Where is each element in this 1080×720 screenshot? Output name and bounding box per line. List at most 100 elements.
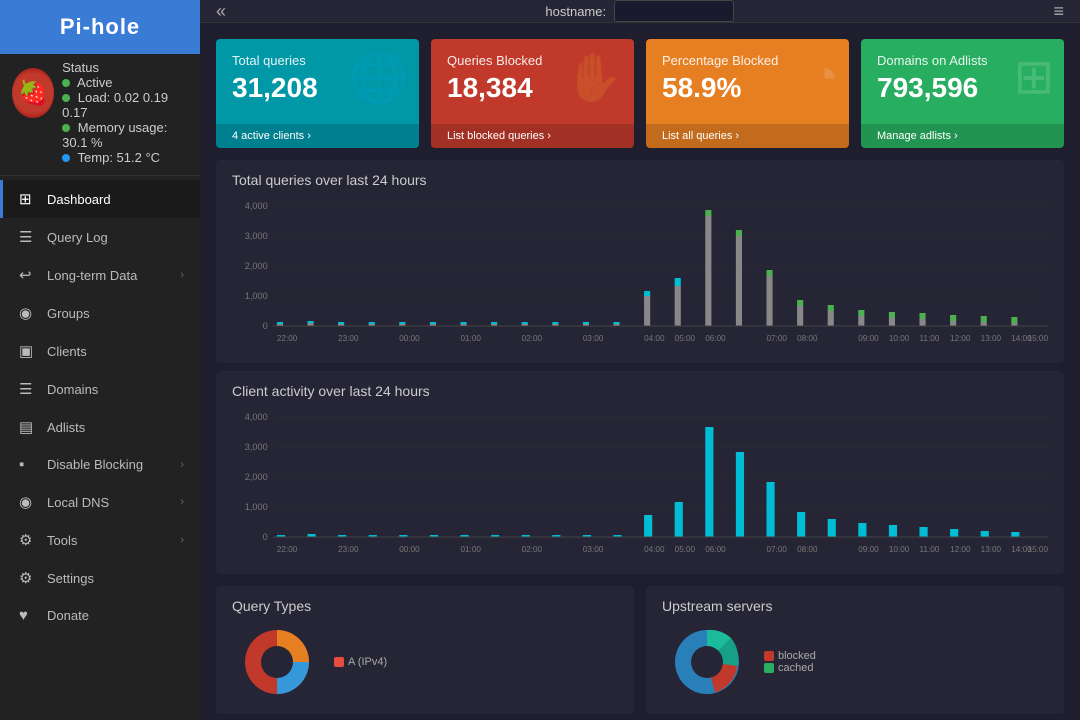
nav-icon-local-dns: ◉ <box>19 493 37 511</box>
nav-label-donate: Donate <box>47 608 184 623</box>
nav-label-dashboard: Dashboard <box>47 192 184 207</box>
stat-title-percentage-blocked: Percentage Blocked <box>662 53 833 68</box>
svg-text:11:00: 11:00 <box>919 545 939 554</box>
nav-arrow-disable-blocking: › <box>180 459 184 471</box>
svg-text:04:00: 04:00 <box>644 334 665 343</box>
svg-text:02:00: 02:00 <box>522 334 543 343</box>
svg-text:2,000: 2,000 <box>245 261 268 271</box>
topbar-menu-icon[interactable]: ≡ <box>1053 1 1064 22</box>
svg-text:09:00: 09:00 <box>858 545 879 554</box>
total-queries-chart-section: Total queries over last 24 hours 4,000 3… <box>216 160 1064 363</box>
stat-card-percentage-blocked: ◔ Percentage Blocked 58.9% List all quer… <box>646 39 849 148</box>
hostname-input[interactable] <box>614 0 734 22</box>
sidebar-item-query-log[interactable]: ☰ Query Log <box>0 218 200 256</box>
nav-label-settings: Settings <box>47 571 184 586</box>
nav-label-disable-blocking: Disable Blocking <box>47 457 170 472</box>
nav-arrow-local-dns: › <box>180 496 184 508</box>
sidebar: Pi-hole 🍓 Status Active Load: 0.02 0.19 … <box>0 0 200 720</box>
nav-label-query-log: Query Log <box>47 230 184 245</box>
nav-icon-query-log: ☰ <box>19 228 37 246</box>
client-activity-chart-section: Client activity over last 24 hours 4,000… <box>216 371 1064 574</box>
svg-text:07:00: 07:00 <box>766 545 787 554</box>
status-block: 🍓 Status Active Load: 0.02 0.19 0.17 Mem… <box>0 54 200 171</box>
total-queries-chart-area: 4,000 3,000 2,000 1,000 0 <box>232 196 1048 351</box>
nav-label-long-term-data: Long-term Data <box>47 268 170 283</box>
svg-text:1,000: 1,000 <box>245 502 268 512</box>
query-types-card: Query Types A (IPv4) <box>216 586 634 714</box>
svg-text:22:00: 22:00 <box>277 334 298 343</box>
stat-footer-queries-blocked[interactable]: List blocked queries › <box>431 124 634 148</box>
svg-text:23:00: 23:00 <box>338 334 359 343</box>
nav-icon-adlists: ▤ <box>19 418 37 436</box>
svg-text:0: 0 <box>263 321 268 331</box>
stats-row: 🌐 Total queries 31,208 4 active clients … <box>200 23 1080 148</box>
svg-text:06:00: 06:00 <box>705 545 726 554</box>
svg-text:3,000: 3,000 <box>245 442 268 452</box>
upstream-servers-title: Upstream servers <box>662 598 1048 614</box>
nav-label-groups: Groups <box>47 306 184 321</box>
upstream-content: blocked cached <box>662 622 1048 702</box>
sidebar-item-domains[interactable]: ☰ Domains <box>0 370 200 408</box>
svg-text:10:00: 10:00 <box>889 334 910 343</box>
sidebar-item-local-dns[interactable]: ◉ Local DNS › <box>0 483 200 521</box>
query-types-pie <box>232 622 322 702</box>
svg-text:12:00: 12:00 <box>950 334 971 343</box>
status-temp: Temp: 51.2 °C <box>62 150 188 165</box>
sidebar-item-settings[interactable]: ⚙ Settings <box>0 559 200 597</box>
bottom-charts-row: Query Types A (IPv4) Upstream servers <box>216 586 1064 714</box>
svg-text:01:00: 01:00 <box>460 545 481 554</box>
svg-text:02:00: 02:00 <box>522 545 543 554</box>
stat-title-total-queries: Total queries <box>232 53 403 68</box>
sidebar-item-donate[interactable]: ♥ Donate <box>0 597 200 634</box>
sidebar-item-groups[interactable]: ◉ Groups <box>0 294 200 332</box>
svg-text:3,000: 3,000 <box>245 231 268 241</box>
query-types-content: A (IPv4) <box>232 622 618 702</box>
svg-text:11:00: 11:00 <box>919 334 939 343</box>
nav-label-tools: Tools <box>47 533 170 548</box>
svg-text:15:00: 15:00 <box>1028 334 1048 343</box>
query-types-title: Query Types <box>232 598 618 614</box>
stat-footer-percentage-blocked[interactable]: List all queries › <box>646 124 849 148</box>
svg-text:05:00: 05:00 <box>675 334 696 343</box>
sidebar-item-clients[interactable]: ▣ Clients <box>0 332 200 370</box>
sidebar-item-tools[interactable]: ⚙ Tools › <box>0 521 200 559</box>
nav-icon-dashboard: ⊞ <box>19 190 37 208</box>
svg-text:00:00: 00:00 <box>399 334 420 343</box>
nav-icon-disable-blocking: ▪ <box>19 456 37 473</box>
sidebar-toggle-btn[interactable]: « <box>216 1 226 22</box>
svg-text:08:00: 08:00 <box>797 545 818 554</box>
stat-card-total-queries: 🌐 Total queries 31,208 4 active clients … <box>216 39 419 148</box>
hostname-label: hostname: <box>545 4 606 19</box>
nav-icon-clients: ▣ <box>19 342 37 360</box>
svg-text:2,000: 2,000 <box>245 472 268 482</box>
svg-text:0: 0 <box>263 532 268 542</box>
nav-list: ⊞ Dashboard ☰ Query Log ↩ Long-term Data… <box>0 180 200 634</box>
query-type-ipv4-legend: A (IPv4) <box>334 656 387 668</box>
status-active: Active <box>62 75 188 90</box>
upstream-servers-card: Upstream servers blocked cac <box>646 586 1064 714</box>
stat-card-domains-adlists: ⊞ Domains on Adlists 793,596 Manage adli… <box>861 39 1064 148</box>
stat-footer-total-queries[interactable]: 4 active clients › <box>216 124 419 148</box>
blocked-legend: blocked <box>764 650 816 662</box>
sidebar-item-long-term-data[interactable]: ↩ Long-term Data › <box>0 256 200 294</box>
svg-text:08:00: 08:00 <box>797 334 818 343</box>
svg-text:22:00: 22:00 <box>277 545 298 554</box>
cached-legend: cached <box>764 662 816 674</box>
nav-icon-domains: ☰ <box>19 380 37 398</box>
nav-label-local-dns: Local DNS <box>47 495 170 510</box>
stat-footer-domains-adlists[interactable]: Manage adlists › <box>861 124 1064 148</box>
upstream-pie <box>662 622 752 702</box>
topbar: « hostname: ≡ <box>200 0 1080 23</box>
svg-text:23:00: 23:00 <box>338 545 359 554</box>
sidebar-item-adlists[interactable]: ▤ Adlists <box>0 408 200 446</box>
svg-text:13:00: 13:00 <box>981 334 1002 343</box>
total-queries-chart-svg: 4,000 3,000 2,000 1,000 0 <box>232 196 1048 351</box>
stat-card-queries-blocked: ✋ Queries Blocked 18,384 List blocked qu… <box>431 39 634 148</box>
sidebar-item-dashboard[interactable]: ⊞ Dashboard <box>0 180 200 218</box>
svg-text:10:00: 10:00 <box>889 545 910 554</box>
svg-text:04:00: 04:00 <box>644 545 665 554</box>
main-content: « hostname: ≡ 🌐 Total queries 31,208 4 a… <box>200 0 1080 720</box>
sidebar-title: Pi-hole <box>0 0 200 54</box>
stat-title-domains-adlists: Domains on Adlists <box>877 53 1048 68</box>
sidebar-item-disable-blocking[interactable]: ▪ Disable Blocking › <box>0 446 200 483</box>
